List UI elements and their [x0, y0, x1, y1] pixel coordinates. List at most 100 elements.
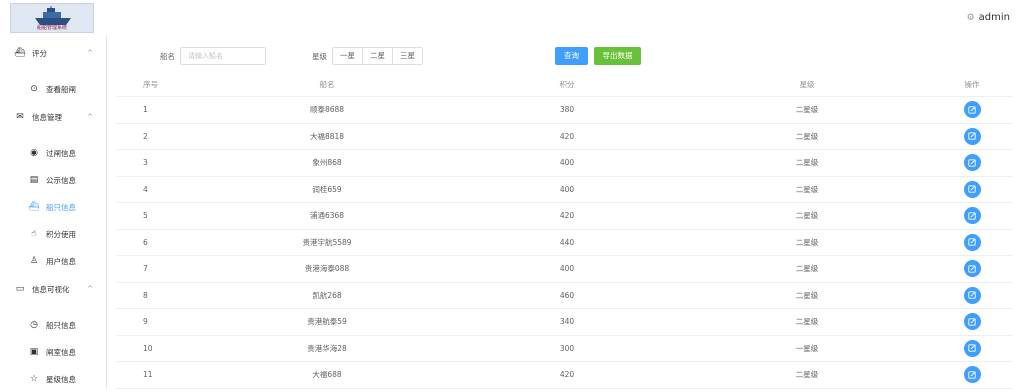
edit-icon[interactable]: [963, 260, 981, 278]
row-actions: [952, 283, 992, 309]
column-header-index: 序号: [143, 80, 158, 89]
table-row: 2 大福8818 420 二星级: [117, 124, 1012, 150]
user-menu[interactable]: ⚙ admin: [967, 12, 1010, 23]
user-name: admin: [978, 12, 1010, 23]
row-ship-name: 贵港海泰088: [304, 264, 350, 274]
export-button[interactable]: 导出数据: [594, 47, 641, 65]
hand-pointer-icon: ☝: [31, 229, 37, 239]
row-index: 11: [143, 370, 153, 380]
row-star-level: 二星级: [795, 237, 819, 247]
sidebar-item[interactable]: ☝ 积分使用: [0, 221, 107, 247]
star-option-three[interactable]: 三星: [392, 47, 423, 65]
row-star-level: 二星级: [795, 105, 819, 115]
edit-icon[interactable]: [963, 233, 981, 251]
row-ship-name: 贵港航泰59: [307, 317, 347, 327]
star-option-two[interactable]: 二星: [362, 47, 393, 65]
sidebar-item[interactable]: ▣ 闸室信息: [0, 339, 107, 365]
row-actions: [952, 203, 992, 229]
edit-icon-glyph: [968, 291, 976, 299]
row-index: 1: [143, 105, 148, 115]
row-score: 460: [559, 290, 575, 300]
table-row: 5 浦通6368 420 二星级: [117, 203, 1012, 230]
edit-icon-glyph: [968, 132, 976, 140]
top-header: 船舶管理系统 ⚙ admin: [0, 0, 1024, 36]
row-score: 420: [559, 211, 575, 221]
row-actions: [952, 309, 992, 335]
row-index: 9: [143, 317, 148, 327]
row-index: 7: [143, 264, 148, 274]
check-circle-icon: ⊙: [30, 84, 38, 94]
sidebar-group[interactable]: ▭ 信息可视化 ^: [0, 276, 107, 302]
row-star-level: 二星级: [795, 184, 819, 194]
column-header-name: 船名: [319, 80, 335, 89]
table-header: 序号 船名 积分 星级 操作: [117, 73, 1012, 97]
column-header-star: 星级: [799, 80, 815, 89]
sidebar-item[interactable]: ◉ 过闸信息: [0, 140, 107, 166]
table-row: 8 凯航268 460 二星级: [117, 283, 1012, 309]
row-actions: [952, 362, 992, 388]
star-icon: ☆: [29, 374, 39, 384]
ship-table: 序号 船名 积分 星级 操作 1 顺泰8688 380 二星级 2 大福8818 420 二星…: [117, 73, 1012, 389]
sidebar: ⛴ 评分 ^ ⊙ 查看船闸 ✉ 信息管理 ^ ◉ 过闸信息 ▤ 公示信息 ⛴ 船只信息 ☝ 积分使用 ♙ 用户信息…: [0, 36, 107, 389]
edit-icon-glyph: [968, 106, 976, 114]
row-index: 6: [143, 237, 148, 247]
edit-icon-glyph: [968, 212, 976, 220]
row-ship-name: 凯航268: [312, 290, 342, 300]
row-actions: [952, 124, 992, 150]
sidebar-item[interactable]: ⊙ 查看船闸: [0, 76, 107, 102]
sidebar-item[interactable]: ♙ 用户信息: [0, 248, 107, 274]
row-ship-name: 顺泰8688: [309, 105, 345, 115]
edit-icon[interactable]: [963, 366, 981, 384]
logo-text: 船舶管理系统: [36, 25, 67, 31]
ship-name-input[interactable]: 请输入船名: [180, 47, 266, 65]
row-star-level: 二星级: [795, 211, 819, 221]
row-index: 8: [143, 290, 148, 300]
row-actions: [952, 336, 992, 362]
edit-icon[interactable]: [963, 207, 981, 225]
table-row: 1 顺泰8688 380 二星级: [117, 97, 1012, 124]
edit-icon-glyph: [968, 159, 976, 167]
row-star-level: 二星级: [795, 317, 819, 327]
row-star-level: 二星级: [795, 370, 819, 380]
edit-icon-glyph: [968, 371, 976, 379]
ship-name-label: 船名: [160, 52, 175, 61]
sidebar-item-label: 评分: [32, 48, 47, 58]
row-actions: [952, 97, 992, 123]
table-row: 11 大福688 420 二星级: [117, 362, 1012, 389]
logo: 船舶管理系统: [10, 3, 94, 33]
query-button[interactable]: 查询: [555, 47, 588, 65]
row-star-level: 二星级: [795, 131, 819, 141]
sidebar-item[interactable]: ▤ 公示信息: [0, 167, 107, 193]
row-index: 2: [143, 131, 148, 141]
chevron-up-icon: ^: [87, 49, 93, 57]
sidebar-item[interactable]: ◷ 船只信息: [0, 312, 107, 338]
edit-icon[interactable]: [963, 180, 981, 198]
row-score: 340: [559, 317, 575, 327]
table-row: 3 象州868 400 二星级: [117, 150, 1012, 177]
edit-icon[interactable]: [963, 286, 981, 304]
table-body: 1 顺泰8688 380 二星级 2 大福8818 420 二星级 3 象州868 400 二星级 4 润…: [117, 97, 1012, 389]
sidebar-group[interactable]: ⛴ 评分 ^: [0, 40, 107, 66]
edit-icon-glyph: [968, 344, 976, 352]
ship-icon: ⛴: [28, 202, 40, 212]
edit-icon[interactable]: [963, 127, 981, 145]
sidebar-item-label: 信息管理: [32, 112, 62, 122]
edit-icon[interactable]: [963, 154, 981, 172]
star-option-one[interactable]: 一星: [332, 47, 363, 65]
eye-icon: ◉: [30, 148, 38, 158]
monitor-icon: ▭: [15, 284, 25, 294]
edit-icon-glyph: [968, 265, 976, 273]
sidebar-item-label: 查看船闸: [46, 84, 76, 94]
edit-icon[interactable]: [963, 313, 981, 331]
row-ship-name: 贵港宇航5589: [302, 237, 352, 247]
star-level-label: 星级: [312, 52, 327, 61]
sidebar-item[interactable]: ⛴ 船只信息: [0, 194, 107, 220]
edit-icon[interactable]: [963, 101, 981, 119]
row-star-level: 二星级: [795, 158, 819, 168]
sidebar-item[interactable]: ☆ 星级信息: [0, 366, 107, 392]
sidebar-group[interactable]: ✉ 信息管理 ^: [0, 104, 107, 130]
edit-icon[interactable]: [963, 339, 981, 357]
row-index: 5: [143, 211, 148, 221]
row-star-level: 一星级: [795, 343, 819, 353]
ship-logo-icon: [35, 6, 71, 25]
